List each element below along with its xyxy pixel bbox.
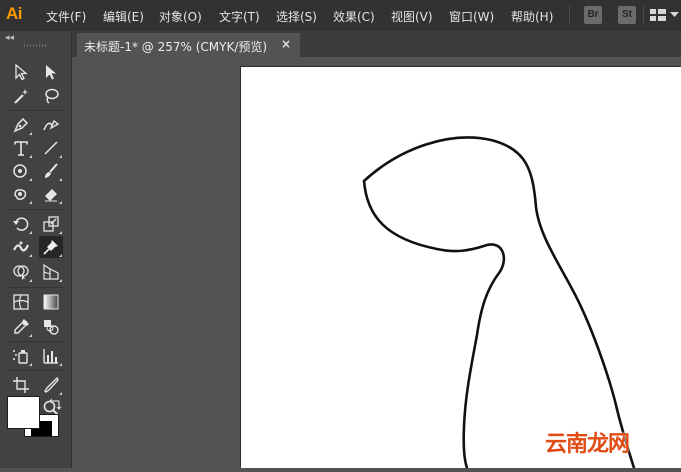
panel-drag-handle[interactable] — [24, 44, 46, 47]
watermark-text: 云南龙网 — [545, 432, 630, 457]
symbol-sprayer-tool-icon[interactable] — [9, 345, 33, 367]
collapse-panel-button[interactable]: ◂◂ — [5, 33, 14, 43]
menu-bar: Ai 文件(F) 编辑(E) 对象(O) 文字(T) 选择(S) 效果(C) 视… — [0, 0, 681, 31]
ellipse-tool-icon[interactable] — [9, 160, 33, 182]
menu-view[interactable]: 视图(V) — [391, 8, 433, 25]
chevron-down-icon[interactable] — [670, 12, 680, 18]
menu-divider — [569, 6, 570, 24]
artwork-path[interactable] — [241, 67, 681, 470]
direct-selection-tool-icon[interactable] — [39, 61, 63, 83]
workspace-switcher-icon[interactable] — [650, 8, 666, 22]
lasso-tool-icon[interactable] — [39, 85, 63, 107]
eraser-tool-icon[interactable] — [39, 183, 63, 205]
selection-tool-icon[interactable] — [9, 61, 33, 83]
menu-help[interactable]: 帮助(H) — [511, 8, 553, 25]
fill-color-swatch[interactable] — [7, 396, 40, 429]
magic-wand-tool-icon[interactable] — [9, 85, 33, 107]
document-tab[interactable]: 未标题-1* @ 257% (CMYK/预览) × — [77, 33, 300, 57]
eyedropper-tool-icon[interactable] — [9, 316, 33, 338]
toolbar-divider — [6, 370, 66, 371]
shape-builder-tool-icon[interactable] — [9, 261, 33, 283]
app-logo: Ai — [6, 4, 23, 23]
menu-divider — [643, 6, 644, 24]
shaper-tool-icon[interactable] — [9, 183, 33, 205]
toolbar-divider — [6, 341, 66, 342]
menu-select[interactable]: 选择(S) — [276, 8, 317, 25]
stock-button[interactable]: St — [618, 6, 636, 24]
toolbar-divider — [6, 287, 66, 288]
perspective-grid-tool-icon[interactable] — [39, 261, 63, 283]
column-graph-tool-icon[interactable] — [39, 345, 63, 367]
curvature-tool-icon[interactable] — [39, 114, 63, 136]
artboard[interactable] — [241, 67, 681, 470]
width-tool-icon[interactable] — [9, 236, 33, 258]
menu-object[interactable]: 对象(O) — [159, 8, 202, 25]
type-tool-icon[interactable] — [9, 137, 33, 159]
scale-tool-icon[interactable] — [39, 213, 63, 235]
menu-window[interactable]: 窗口(W) — [449, 8, 494, 25]
pen-tool-icon[interactable] — [9, 114, 33, 136]
swap-fill-stroke-icon[interactable] — [48, 397, 62, 411]
artboard-tool-icon[interactable] — [9, 374, 33, 396]
gradient-tool-icon[interactable] — [39, 291, 63, 313]
close-tab-button[interactable]: × — [281, 37, 291, 51]
paintbrush-tool-icon[interactable] — [39, 160, 63, 182]
menu-type[interactable]: 文字(T) — [219, 8, 260, 25]
mesh-tool-icon[interactable] — [9, 291, 33, 313]
line-segment-tool-icon[interactable] — [39, 137, 63, 159]
puppet-warp-tool-icon[interactable] — [39, 236, 63, 258]
toolbar-divider — [6, 110, 66, 111]
toolbar-divider — [6, 209, 66, 210]
rotate-tool-icon[interactable] — [9, 213, 33, 235]
document-tab-label: 未标题-1* @ 257% (CMYK/预览) — [84, 40, 268, 54]
slice-tool-icon[interactable] — [39, 374, 63, 396]
menu-file[interactable]: 文件(F) — [46, 8, 86, 25]
menu-effect[interactable]: 效果(C) — [333, 8, 375, 25]
tools-panel: ◂◂ — [0, 31, 72, 468]
blend-tool-icon[interactable] — [39, 316, 63, 338]
menu-edit[interactable]: 编辑(E) — [103, 8, 144, 25]
bridge-button[interactable]: Br — [584, 6, 602, 24]
